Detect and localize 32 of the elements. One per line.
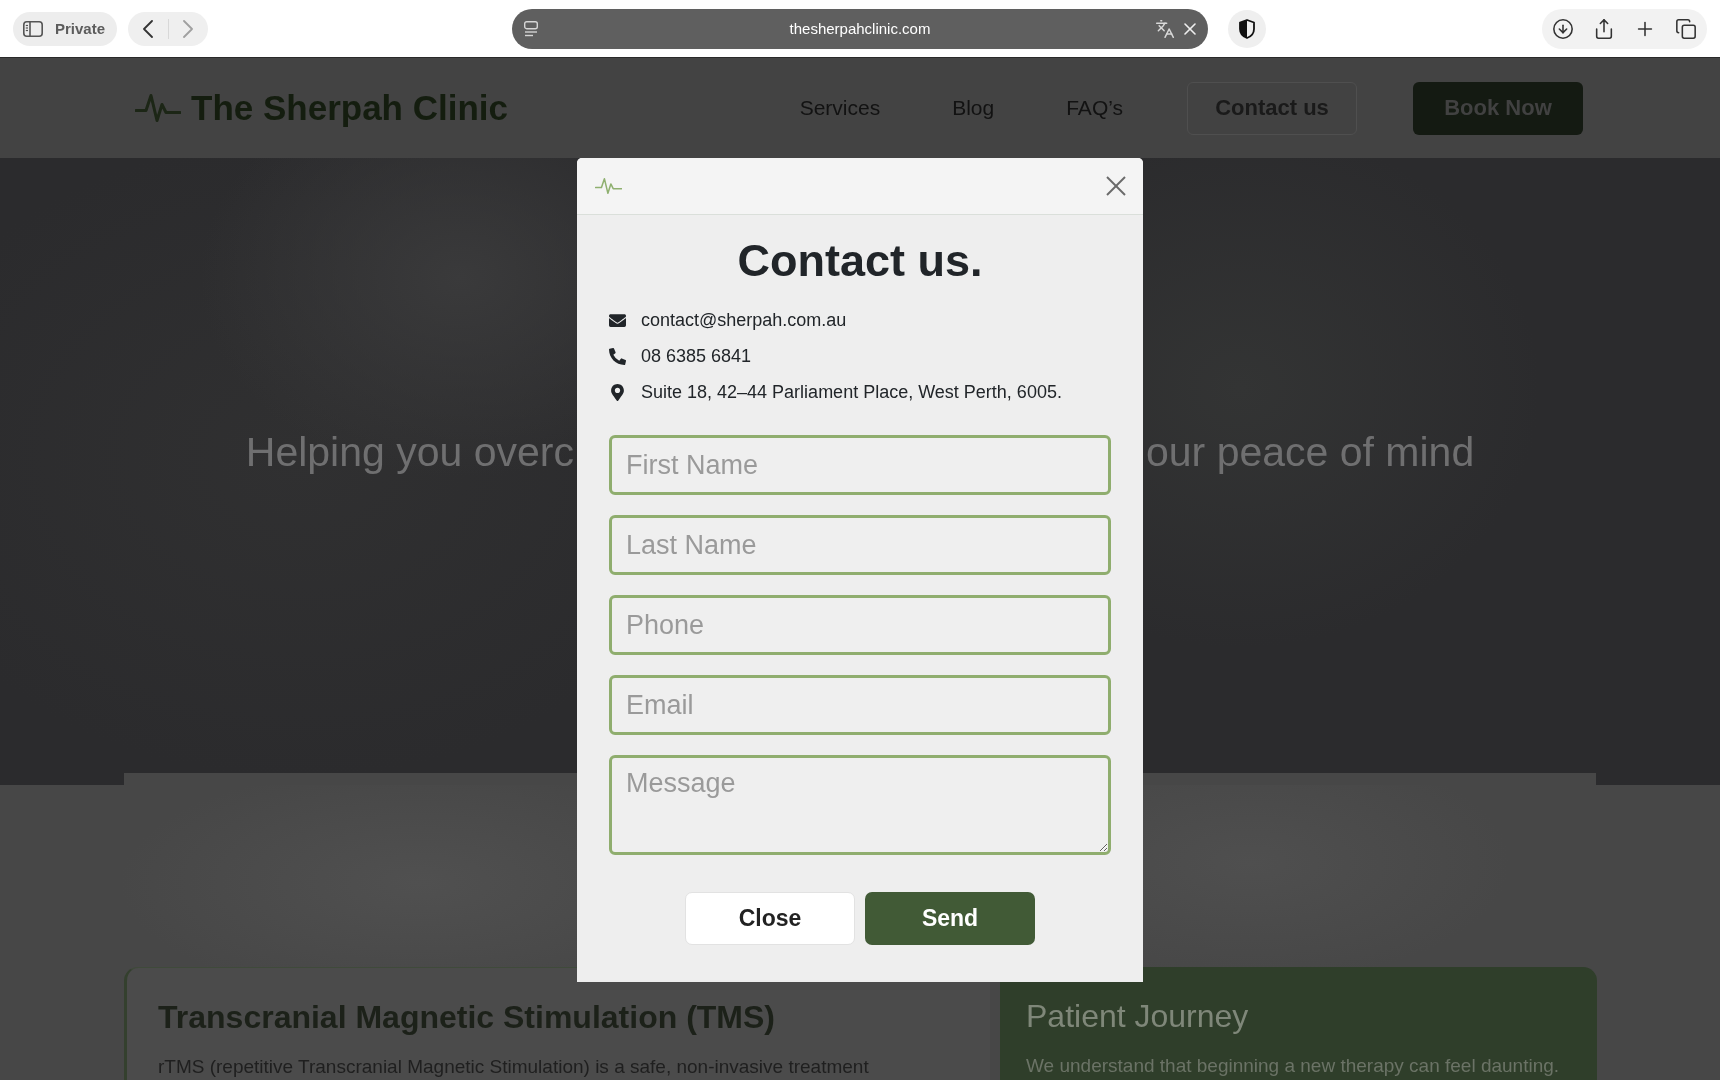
- input-field[interactable]: Last Name: [609, 515, 1111, 575]
- translate-icon[interactable]: [1155, 18, 1175, 39]
- share-icon[interactable]: [1593, 17, 1615, 40]
- url-text: thesherpahclinic.com: [789, 20, 931, 37]
- download-icon[interactable]: [1552, 17, 1574, 40]
- private-browsing-button[interactable]: Private: [13, 11, 118, 46]
- address-bar[interactable]: thesherpahclinic.com: [512, 8, 1208, 49]
- tagline-text: our peace of mind: [1146, 428, 1475, 476]
- phone-icon: [609, 347, 626, 365]
- pulse-line-icon: [595, 177, 622, 195]
- close-icon[interactable]: [1106, 176, 1126, 196]
- card-text: We understand that beginning a new therapy can feel daunting.: [1026, 1055, 1561, 1077]
- input-field[interactable]: Email: [609, 675, 1111, 735]
- shield-icon[interactable]: [1228, 9, 1266, 48]
- pulse-line-icon: [135, 93, 181, 123]
- mail-icon: [609, 311, 626, 329]
- tagline-text: Helping you overc: [245, 428, 574, 476]
- tabs-icon[interactable]: [1675, 17, 1697, 40]
- contact-text: contact@sherpah.com.au: [641, 309, 847, 331]
- input-field[interactable]: Phone: [609, 595, 1111, 655]
- sidebar-icon: [23, 20, 43, 37]
- contact-text: Suite 18, 42–44 Parliament Place, West Perth, 6005.: [641, 381, 1062, 403]
- location-pin-icon: [609, 383, 626, 401]
- input-field[interactable]: First Name: [609, 435, 1111, 495]
- contact-text: 08 6385 6841: [641, 345, 752, 367]
- card-title: Patient Journey: [1026, 997, 1250, 1035]
- modal-title: Contact us.: [736, 235, 984, 287]
- textarea-field[interactable]: Message: [609, 755, 1111, 855]
- dialog-button[interactable]: Close: [685, 892, 855, 945]
- chevron-left-icon[interactable]: [143, 19, 154, 38]
- dialog-button[interactable]: Send: [865, 892, 1035, 945]
- page-icon[interactable]: [524, 20, 538, 37]
